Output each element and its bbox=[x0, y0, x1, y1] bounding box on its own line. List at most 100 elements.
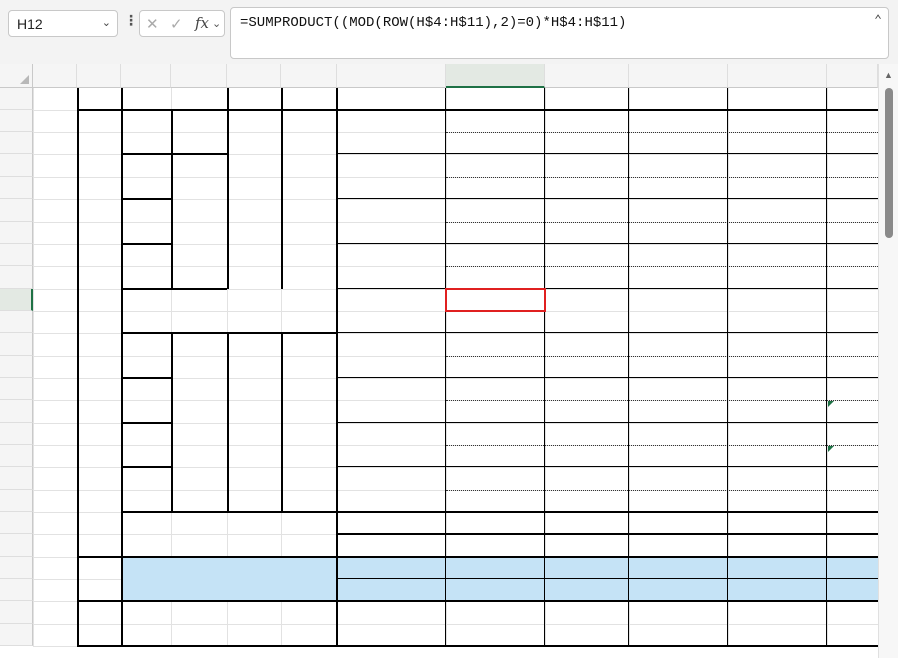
cell-l26[interactable] bbox=[827, 601, 878, 646]
cell-g6[interactable] bbox=[337, 154, 446, 177]
cell-j17[interactable] bbox=[629, 400, 728, 423]
cell-l13[interactable] bbox=[827, 311, 878, 333]
cell-k4[interactable] bbox=[728, 110, 827, 132]
cell-k19[interactable] bbox=[728, 445, 827, 467]
cancel-icon[interactable]: ✕ bbox=[146, 15, 159, 33]
row-header-10[interactable] bbox=[0, 244, 33, 266]
cell-h7[interactable] bbox=[446, 177, 545, 199]
cell-h14[interactable] bbox=[446, 333, 545, 356]
row-header-14[interactable] bbox=[0, 333, 33, 356]
cell-i12[interactable] bbox=[545, 289, 629, 311]
cell-h10[interactable] bbox=[446, 244, 545, 266]
cell-h4[interactable] bbox=[446, 110, 545, 132]
cell-k9[interactable] bbox=[728, 222, 827, 244]
cell-l16[interactable] bbox=[827, 378, 878, 400]
cell-j19[interactable] bbox=[629, 445, 728, 467]
cell-i19[interactable] bbox=[545, 445, 629, 467]
formula-input[interactable]: =SUMPRODUCT((MOD(ROW(H$4:H$11),2)=0)*H$4… bbox=[230, 7, 889, 59]
row-header-13[interactable] bbox=[0, 311, 33, 333]
cell-k16[interactable] bbox=[728, 378, 827, 400]
column-header-g[interactable] bbox=[337, 64, 446, 88]
cell-i13[interactable] bbox=[545, 311, 629, 333]
cell-h25[interactable] bbox=[446, 579, 545, 601]
cell-l8[interactable] bbox=[827, 199, 878, 222]
enter-icon[interactable]: ✓ bbox=[170, 15, 183, 33]
cell-j21[interactable] bbox=[629, 490, 728, 512]
row-header-12[interactable] bbox=[0, 289, 33, 311]
row-header-8[interactable] bbox=[0, 199, 33, 222]
cell-j11[interactable] bbox=[629, 266, 728, 289]
name-box[interactable]: H12 ⌄ bbox=[8, 10, 118, 37]
cell-l7[interactable] bbox=[827, 177, 878, 199]
cell-l24[interactable] bbox=[827, 557, 878, 579]
cell-k14[interactable] bbox=[728, 333, 827, 356]
cell-i25[interactable] bbox=[545, 579, 629, 601]
cell-g5[interactable] bbox=[337, 132, 446, 154]
cell-j14[interactable] bbox=[629, 333, 728, 356]
cell-h26[interactable] bbox=[446, 601, 545, 646]
cell-i24[interactable] bbox=[545, 557, 629, 579]
more-icon[interactable]: ⋮ bbox=[124, 12, 138, 29]
cell-g7[interactable] bbox=[337, 177, 446, 199]
cell-i26[interactable] bbox=[545, 601, 629, 646]
column-header-d[interactable] bbox=[171, 64, 227, 88]
error-indicator-icon[interactable] bbox=[828, 401, 834, 407]
cell-g26[interactable] bbox=[337, 601, 446, 646]
cell-g9[interactable] bbox=[337, 222, 446, 244]
row-header-18[interactable] bbox=[0, 423, 33, 445]
cell-k24[interactable] bbox=[728, 557, 827, 579]
cell-h11[interactable] bbox=[446, 266, 545, 289]
cell-g10[interactable] bbox=[337, 244, 446, 266]
row-header-22[interactable] bbox=[0, 512, 33, 534]
cell-j4[interactable] bbox=[629, 110, 728, 132]
cell-g15[interactable] bbox=[337, 356, 446, 378]
cell-l6[interactable] bbox=[827, 154, 878, 177]
cell-k25[interactable] bbox=[728, 579, 827, 601]
cell-g13[interactable] bbox=[337, 311, 446, 333]
cell-k13[interactable] bbox=[728, 311, 827, 333]
cell-k20[interactable] bbox=[728, 467, 827, 490]
cell-k26[interactable] bbox=[728, 601, 827, 646]
cell-k21[interactable] bbox=[728, 490, 827, 512]
column-header-k[interactable] bbox=[728, 64, 827, 88]
cell-k7[interactable] bbox=[728, 177, 827, 199]
row-header-26[interactable] bbox=[0, 601, 33, 624]
cell-j8[interactable] bbox=[629, 199, 728, 222]
cell-i16[interactable] bbox=[545, 378, 629, 400]
cell-g17[interactable] bbox=[337, 400, 446, 423]
cell-h6[interactable] bbox=[446, 154, 545, 177]
cell-g18[interactable] bbox=[337, 423, 446, 445]
cell-i5[interactable] bbox=[545, 132, 629, 154]
cell-l19[interactable] bbox=[827, 445, 878, 467]
row-header-6[interactable] bbox=[0, 154, 33, 177]
cell-l25[interactable] bbox=[827, 579, 878, 601]
cell-i7[interactable] bbox=[545, 177, 629, 199]
cell-g25[interactable] bbox=[337, 579, 446, 601]
cell-i8[interactable] bbox=[545, 199, 629, 222]
cell-i21[interactable] bbox=[545, 490, 629, 512]
column-header-b[interactable] bbox=[77, 64, 121, 88]
cell-g4[interactable] bbox=[337, 110, 446, 132]
cell-g16[interactable] bbox=[337, 378, 446, 400]
cell-l14[interactable] bbox=[827, 333, 878, 356]
cell-g11[interactable] bbox=[337, 266, 446, 289]
row-header-11[interactable] bbox=[0, 266, 33, 289]
cell-h24[interactable] bbox=[446, 557, 545, 579]
worksheet[interactable]: ▲ bbox=[0, 64, 898, 658]
cell-j12[interactable] bbox=[629, 289, 728, 311]
row-header-7[interactable] bbox=[0, 177, 33, 199]
cell-j5[interactable] bbox=[629, 132, 728, 154]
cell-l9[interactable] bbox=[827, 222, 878, 244]
row-header-24[interactable] bbox=[0, 557, 33, 579]
error-indicator-icon[interactable] bbox=[828, 446, 834, 452]
cell-g14[interactable] bbox=[337, 333, 446, 356]
cell-k18[interactable] bbox=[728, 423, 827, 445]
row-header-27[interactable] bbox=[0, 624, 33, 646]
cell-j26[interactable] bbox=[629, 601, 728, 646]
column-header-c[interactable] bbox=[121, 64, 171, 88]
row-header-15[interactable] bbox=[0, 356, 33, 378]
cell-g12[interactable] bbox=[337, 289, 446, 311]
cell-h5[interactable] bbox=[446, 132, 545, 154]
cell-k5[interactable] bbox=[728, 132, 827, 154]
cell-i11[interactable] bbox=[545, 266, 629, 289]
